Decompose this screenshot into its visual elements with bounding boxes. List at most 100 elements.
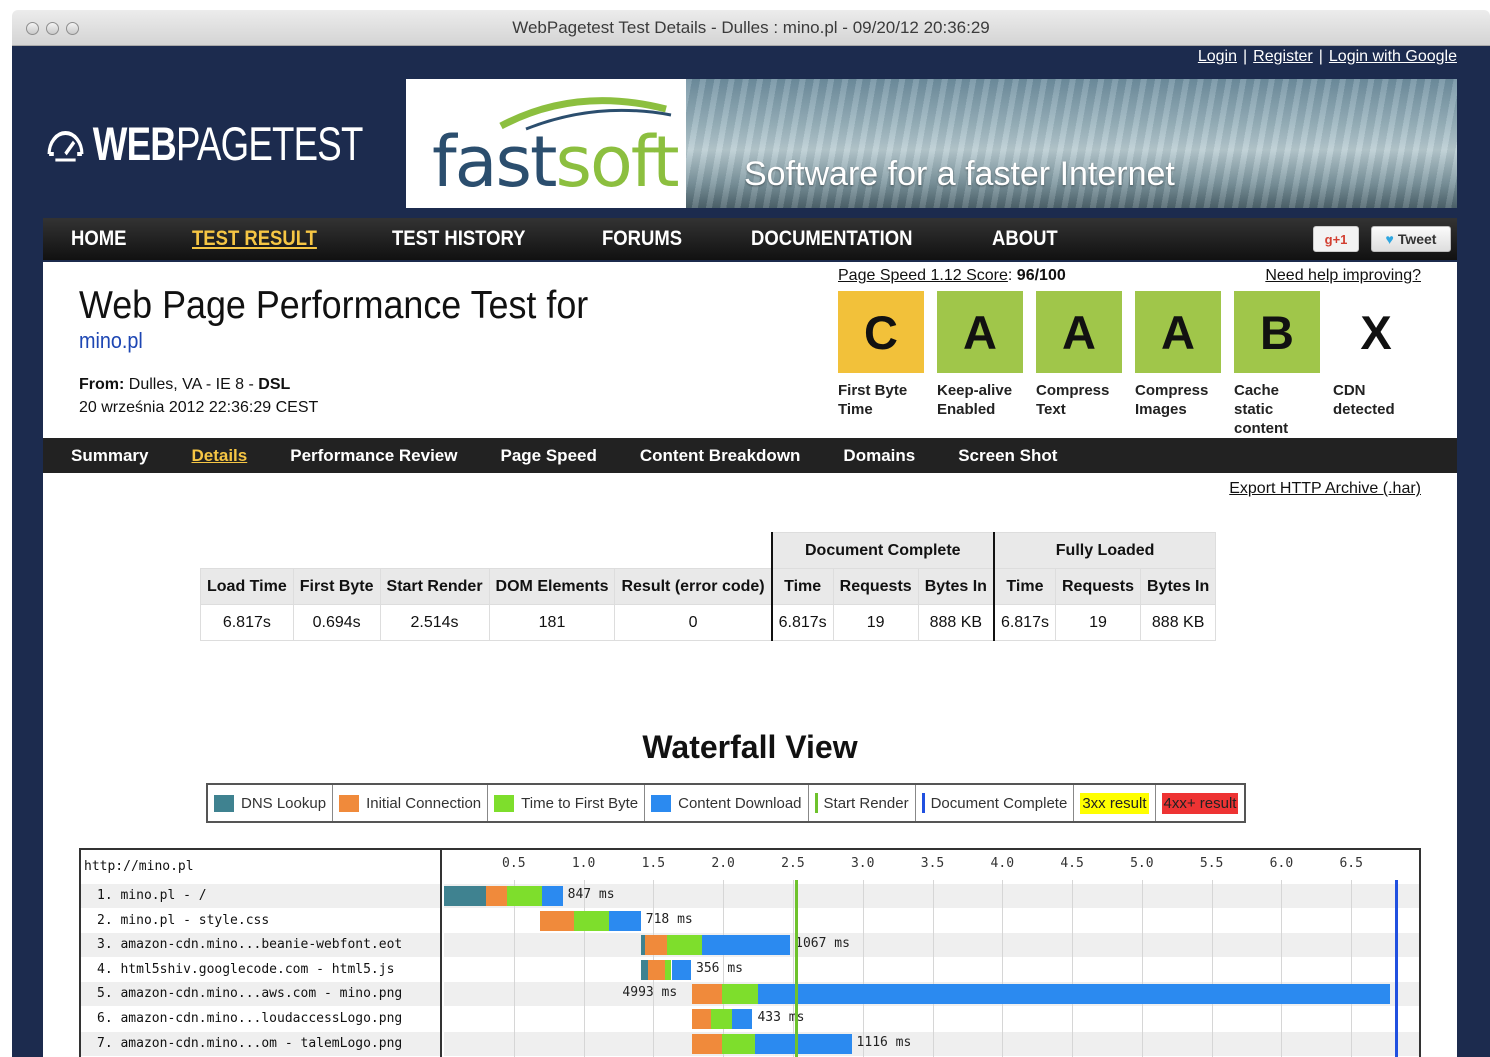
waterfall-bar-dl[interactable] (755, 1033, 852, 1054)
nav-documentation[interactable]: DOCUMENTATION (751, 227, 913, 251)
waterfall-bar-dl[interactable] (608, 910, 641, 931)
grade-letter: A (1135, 291, 1221, 373)
grade-label: CDN detected (1333, 382, 1395, 418)
waterfall-bar-conn[interactable] (692, 984, 722, 1005)
summary-value-cell: 19 (1054, 604, 1142, 641)
summary-value-cell: 181 (488, 604, 616, 641)
request-duration-label: 4993 ms (622, 985, 678, 1001)
legend-item: Start Render (809, 785, 916, 821)
waterfall-bar-dl[interactable] (731, 1009, 753, 1029)
summary-value-cell: 19 (832, 604, 919, 641)
legend-item: Time to First Byte (488, 785, 646, 821)
request-duration-label: 1116 ms (856, 1034, 912, 1050)
nav-forums[interactable]: FORUMS (602, 227, 682, 251)
account-links: Login | Register | Login with Google (1197, 48, 1457, 65)
time-tick-label: 5.5 (1199, 856, 1224, 871)
grid-line (932, 880, 934, 1057)
speedometer-icon (47, 130, 84, 161)
legend-label: DNS Lookup (241, 794, 327, 812)
summary-header-cell: DOM Elements (488, 568, 616, 605)
grade-2[interactable]: A Compress Text (1036, 291, 1122, 438)
legend-label: Content Download (678, 794, 802, 812)
waterfall-bar-dl[interactable] (541, 886, 563, 906)
waterfall-bar-ttfb[interactable] (721, 984, 759, 1005)
export-har-link[interactable]: Export HTTP Archive (.har) (1229, 480, 1421, 498)
waterfall-host: http://mino.pl (84, 859, 194, 874)
legend-swatch (214, 794, 234, 812)
request-label[interactable]: 6. amazon-cdn.mino...loudaccessLogo.png (97, 1011, 402, 1026)
request-label[interactable]: 1. mino.pl - / (97, 888, 207, 903)
tab-screen-shot[interactable]: Screen Shot (958, 446, 1057, 466)
waterfall-bar-dns[interactable] (640, 959, 648, 980)
summary-value-cell: 888 KB (1140, 604, 1217, 641)
grade-4[interactable]: B Cache static content (1234, 291, 1320, 438)
nav-test-history[interactable]: TEST HISTORY (392, 227, 525, 251)
legend-swatch (494, 794, 515, 812)
waterfall-bar-conn[interactable] (485, 886, 507, 906)
request-label[interactable]: 4. html5shiv.googlecode.com - html5.js (97, 962, 394, 977)
legend-item: 3xx result (1074, 785, 1156, 821)
grade-5[interactable]: X CDN detected (1333, 291, 1419, 438)
grade-1[interactable]: A Keep-alive Enabled (937, 291, 1023, 438)
login-google-link[interactable]: Login with Google (1329, 48, 1457, 65)
nav-home[interactable]: HOME (71, 227, 126, 251)
results-subnav: Summary Details Performance Review Page … (43, 438, 1457, 473)
legend-label: Time to First Byte (521, 794, 639, 812)
time-tick-label: 2.5 (781, 856, 805, 871)
waterfall-bar-conn[interactable] (644, 935, 668, 956)
google-plus-button[interactable]: g +1 (1313, 226, 1359, 252)
tab-domains[interactable]: Domains (843, 446, 915, 466)
waterfall-bar-dl[interactable] (671, 959, 692, 980)
waterfall-bar-dl[interactable] (702, 935, 791, 956)
nav-about[interactable]: ABOUT (992, 227, 1058, 251)
waterfall-bar-ttfb[interactable] (664, 959, 672, 980)
request-label[interactable]: 7. amazon-cdn.mino...om - talemLogo.png (97, 1036, 402, 1051)
waterfall-bar-conn[interactable] (647, 959, 665, 980)
document-complete-header: Document Complete (770, 532, 995, 569)
grade-label: Cache static content (1234, 382, 1289, 437)
summary-header-cell: Time (992, 568, 1056, 605)
request-label[interactable]: 2. mino.pl - style.css (97, 913, 269, 928)
register-link[interactable]: Register (1253, 48, 1313, 65)
waterfall-bar-ttfb[interactable] (721, 1033, 756, 1054)
request-duration-label: 847 ms (567, 887, 615, 902)
waterfall-bar-conn[interactable] (540, 910, 574, 931)
page-title: Web Page Performance Test for (79, 284, 589, 327)
tweet-button[interactable]: ♥ Tweet (1371, 226, 1451, 252)
tab-performance-review[interactable]: Performance Review (290, 446, 457, 466)
tab-content-breakdown[interactable]: Content Breakdown (640, 446, 801, 466)
grade-3[interactable]: A Compress Images (1135, 291, 1221, 438)
page-speed-link[interactable]: Page Speed 1.12 Score (838, 267, 1008, 284)
request-duration-label: 718 ms (645, 911, 693, 927)
summary-table: Document Complete Fully Loaded Load Time… (200, 532, 1217, 641)
request-label[interactable]: 3. amazon-cdn.mino...beanie-webfont.eot (97, 937, 402, 952)
waterfall-bar-dl[interactable] (758, 984, 1391, 1005)
waterfall-bar-ttfb[interactable] (667, 935, 703, 956)
fastsoft-banner[interactable]: fastsoft Software for a faster Internet (406, 79, 1457, 208)
grid-line (513, 880, 515, 1057)
waterfall-bar-ttfb[interactable] (710, 1009, 732, 1029)
tab-page-speed[interactable]: Page Speed (500, 446, 596, 466)
grid-line (862, 880, 864, 1057)
waterfall-bar-conn[interactable] (692, 1009, 711, 1029)
grade-label: Keep-alive Enabled (937, 382, 1013, 418)
row-stripe (444, 1031, 1419, 1056)
grade-0[interactable]: C First Byte Time (838, 291, 924, 438)
need-help-link[interactable]: Need help improving? (1265, 267, 1421, 285)
waterfall-bar-ttfb[interactable] (573, 910, 609, 931)
summary-header-cell: Time (770, 568, 834, 605)
waterfall-bar-ttfb[interactable] (506, 886, 542, 906)
fully-loaded-header: Fully Loaded (992, 532, 1217, 569)
tab-summary[interactable]: Summary (71, 446, 148, 466)
waterfall-bar-dns[interactable] (444, 886, 486, 906)
fastsoft-wordmark: fastsoft (432, 121, 680, 203)
summary-header-cell: Start Render (379, 568, 490, 605)
tab-details[interactable]: Details (191, 446, 247, 466)
waterfall-title: Waterfall View (642, 729, 858, 765)
waterfall-bar-conn[interactable] (692, 1033, 722, 1054)
request-label[interactable]: 5. amazon-cdn.mino...aws.com - mino.png (97, 986, 402, 1001)
webpagetest-logo[interactable]: WEB PAGETEST (46, 116, 363, 171)
login-link[interactable]: Login (1198, 48, 1237, 65)
nav-test-result[interactable]: TEST RESULT (192, 227, 317, 251)
tested-url-link[interactable]: mino.pl (79, 328, 143, 354)
